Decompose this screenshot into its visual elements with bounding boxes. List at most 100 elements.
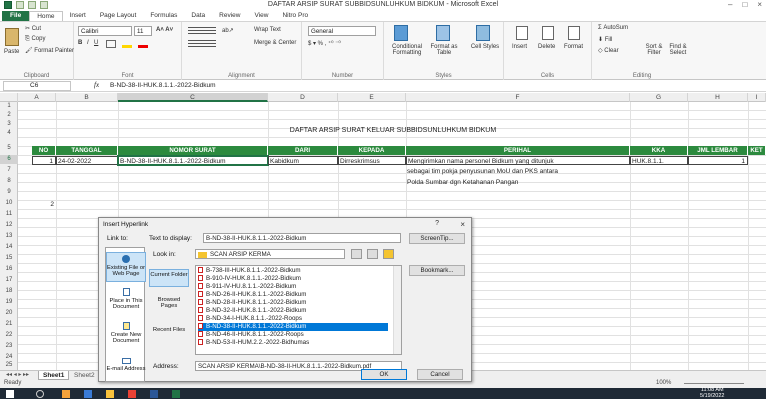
link-place-in-document[interactable]: Place in This Document	[106, 288, 146, 316]
fx-icon[interactable]: fx	[94, 81, 99, 89]
row-header[interactable]: 18	[0, 287, 18, 296]
header-no[interactable]: NO	[32, 146, 56, 155]
tab-file[interactable]: File	[2, 11, 30, 21]
sheet-tab-sheet2[interactable]: Sheet2	[70, 371, 99, 380]
row-header[interactable]: 10	[0, 199, 18, 208]
column-header[interactable]: C	[118, 93, 268, 102]
font-name-select[interactable]: Calibri	[78, 26, 132, 36]
tab-nitro-pro[interactable]: Nitro Pro	[275, 11, 315, 21]
header-dari[interactable]: DARI	[268, 146, 338, 155]
header-kepada[interactable]: KEPADA	[338, 146, 406, 155]
tab-home[interactable]: Home	[29, 11, 63, 21]
format-painter-button[interactable]: 🖌 Format Painter	[25, 47, 74, 54]
column-header[interactable]: A	[18, 93, 56, 102]
sheet-tab-sheet1[interactable]: Sheet1	[38, 371, 70, 380]
row-header[interactable]: 9	[0, 188, 18, 197]
header-jml-lembar[interactable]: JML LEMBAR	[688, 146, 748, 155]
grow-font-icon[interactable]: A˄ A˅	[156, 27, 173, 33]
app-icon[interactable]	[62, 390, 70, 398]
align-left-icon[interactable]	[188, 40, 216, 48]
close-button[interactable]: ×	[757, 0, 762, 9]
cell-jml-lembar[interactable]: 1	[688, 156, 748, 165]
maximize-button[interactable]: □	[742, 0, 747, 9]
cell-perihal-line2[interactable]: sebagai tim pokja penyusunan MoU dan PKS…	[406, 167, 630, 176]
file-item[interactable]: B-ND-53-II-HUM.2.2.-2022-Bidhumas	[198, 339, 388, 347]
select-all-corner[interactable]	[0, 93, 18, 102]
row-header[interactable]: 20	[0, 309, 18, 318]
format-as-table-button[interactable]: Format as Table	[428, 44, 460, 56]
format-table-icon[interactable]	[436, 25, 450, 41]
header-kka[interactable]: KKA	[630, 146, 688, 155]
row-header[interactable]: 14	[0, 243, 18, 252]
sort-filter-button[interactable]: Sort & Filter	[642, 44, 666, 56]
column-header[interactable]: I	[748, 93, 766, 102]
format-cells-icon[interactable]	[568, 26, 580, 40]
cell-dari[interactable]: Kabidkum	[268, 156, 338, 165]
tab-formulas[interactable]: Formulas	[143, 11, 184, 21]
clear-button[interactable]: ◇ Clear	[598, 47, 619, 54]
dialog-close-button[interactable]: ×	[460, 220, 465, 229]
name-box[interactable]: C6	[3, 81, 71, 91]
row-header[interactable]: 23	[0, 342, 18, 351]
orientation-icon[interactable]: ab↗	[222, 27, 234, 34]
header-tanggal[interactable]: TANGGAL	[56, 146, 118, 155]
up-folder-icon[interactable]	[351, 249, 362, 259]
wrap-text-button[interactable]: Wrap Text	[254, 27, 281, 33]
cell-perihal-line3[interactable]: Polda Sumbar dgn Ketahanan Pangan	[406, 178, 630, 187]
header-nomor-surat[interactable]: NOMOR SURAT	[118, 146, 268, 155]
find-select-button[interactable]: Find & Select	[666, 44, 690, 56]
autosum-button[interactable]: Σ AutoSum	[598, 25, 628, 31]
tab-insert[interactable]: Insert	[63, 11, 93, 21]
paste-button[interactable]: Paste	[4, 49, 19, 55]
bookmark-button[interactable]: Bookmark...	[409, 265, 465, 276]
cancel-button[interactable]: Cancel	[417, 369, 463, 380]
borders-icon[interactable]	[106, 40, 116, 48]
cell-perihal[interactable]: Mengirimkan nama personel Bidkum yang di…	[406, 156, 630, 165]
number-format-select[interactable]: General	[308, 26, 376, 36]
cell-styles-button[interactable]: Cell Styles	[470, 44, 500, 50]
row-header[interactable]: 8	[0, 177, 18, 186]
fill-color-icon[interactable]	[122, 40, 132, 48]
app-icon[interactable]	[84, 390, 92, 398]
italic-icon[interactable]: I	[87, 40, 89, 46]
header-perihal[interactable]: PERIHAL	[406, 146, 630, 155]
conditional-formatting-button[interactable]: Conditional Formatting	[386, 44, 428, 56]
conditional-formatting-icon[interactable]	[394, 25, 408, 41]
row-header[interactable]: 4	[0, 129, 18, 138]
row-header[interactable]: 13	[0, 232, 18, 241]
browse-file-icon[interactable]	[383, 249, 394, 259]
sheet-title[interactable]: DAFTAR ARSIP SURAT KELUAR SUBBIDSUNLUHKU…	[228, 126, 558, 135]
insert-button[interactable]: Insert	[512, 44, 527, 50]
file-item[interactable]: B-ND-34-I-HUK.8.1.1.-2022-Roops	[198, 315, 388, 323]
link-email[interactable]: E-mail Address	[106, 358, 146, 378]
cell-styles-icon[interactable]	[476, 25, 490, 41]
cut-button[interactable]: ✂ Cut	[25, 25, 41, 32]
minimize-button[interactable]: –	[728, 0, 732, 9]
file-item[interactable]: B-ND-26-II-HUK.8.1.1.-2022-Bidkum	[198, 291, 388, 299]
word-icon[interactable]	[150, 390, 158, 398]
currency-icon[interactable]: $ ▾ % , ⁺⁰ ⁻⁰	[308, 40, 341, 47]
underline-icon[interactable]: U	[94, 40, 98, 46]
file-item-selected[interactable]: B-ND-38-II-HUK.8.1.1.-2022-Bidkum	[198, 323, 388, 331]
copy-button[interactable]: ⎘ Copy	[25, 36, 45, 43]
cell-tanggal[interactable]: 24-02-2022	[56, 156, 118, 165]
row-header[interactable]: 11	[0, 210, 18, 219]
folder-icon[interactable]	[106, 390, 114, 398]
bold-icon[interactable]: B	[78, 40, 82, 46]
row-header[interactable]: 5	[0, 144, 18, 153]
column-header[interactable]: B	[56, 93, 118, 102]
row-header[interactable]: 15	[0, 254, 18, 263]
font-size-select[interactable]: 11	[134, 26, 152, 36]
column-header[interactable]: D	[268, 93, 338, 102]
screentip-button[interactable]: ScreenTip...	[409, 233, 465, 244]
row-header[interactable]: 21	[0, 320, 18, 329]
help-button[interactable]: ?	[435, 220, 439, 227]
ok-button[interactable]: OK	[361, 369, 407, 380]
look-in-select[interactable]: SCAN ARSIP KERMA	[195, 249, 345, 259]
paste-icon[interactable]	[5, 28, 19, 46]
row-header[interactable]: 17	[0, 276, 18, 285]
file-list-scrollbar[interactable]	[393, 266, 401, 354]
row-header[interactable]: 16	[0, 265, 18, 274]
formula-input[interactable]: B-ND-38-II-HUK.8.1.1.-2022-Bidkum	[110, 81, 215, 91]
cell-kka[interactable]: HUK.8.1.1.	[630, 156, 688, 165]
